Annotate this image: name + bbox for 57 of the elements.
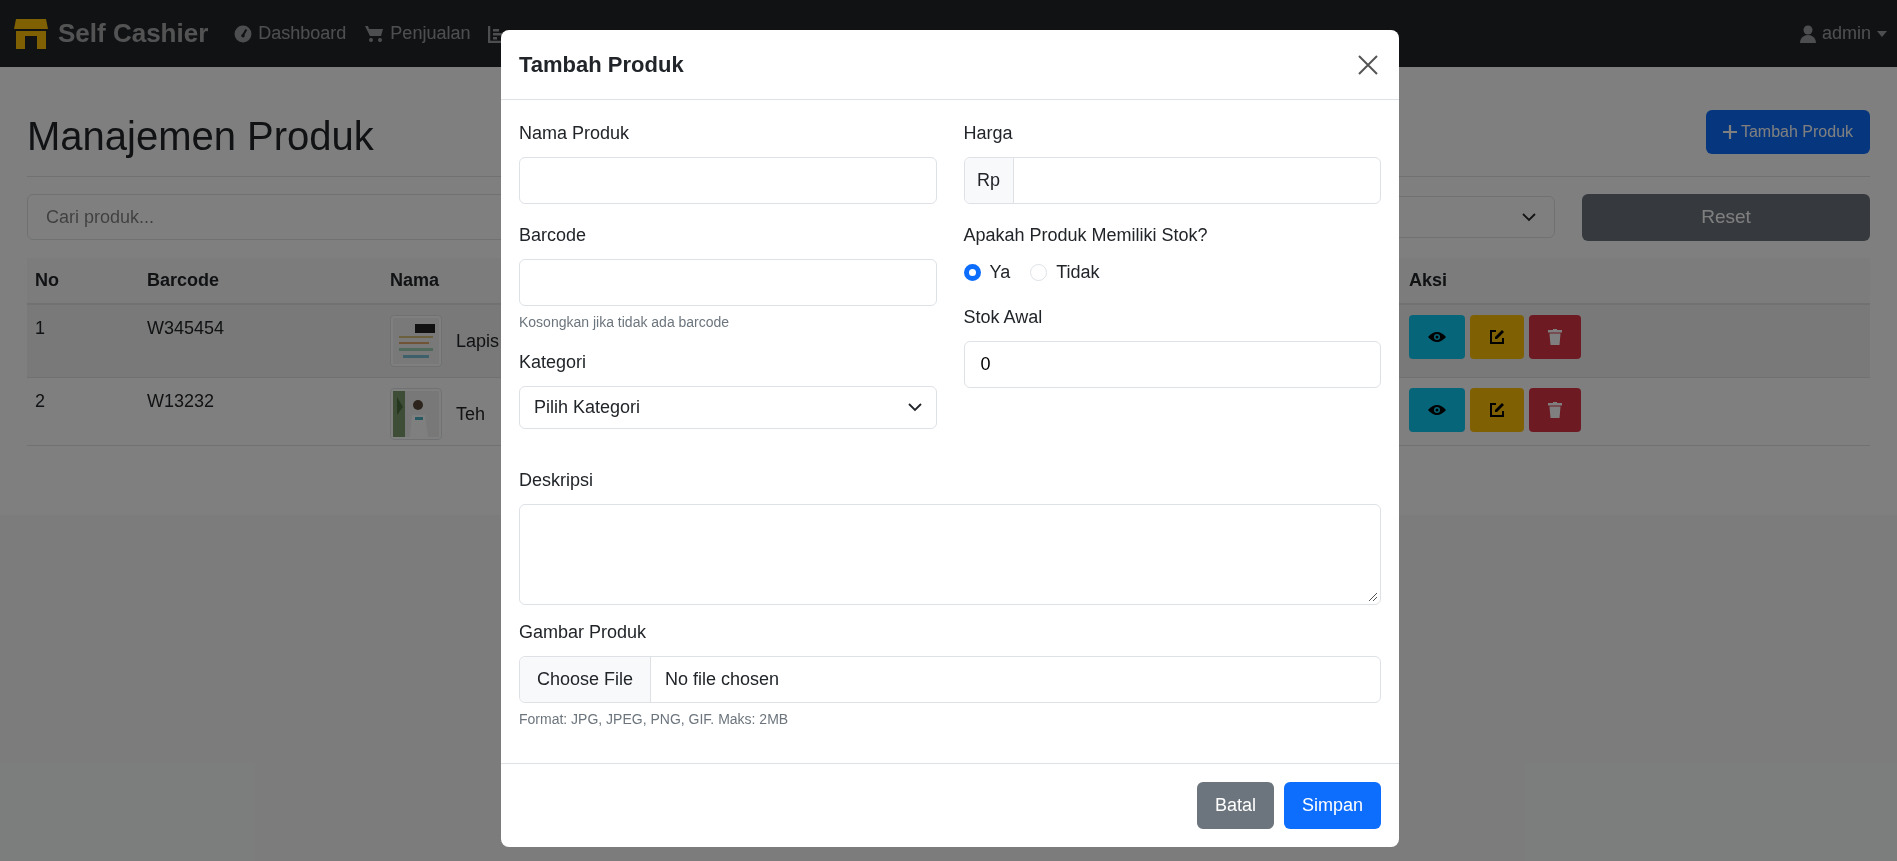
resize-handle-icon: [1369, 593, 1377, 601]
eye-icon: [1428, 331, 1446, 343]
product-name-field[interactable]: [519, 157, 937, 204]
radio-label[interactable]: Ya: [989, 259, 1011, 286]
trash-icon: [1548, 329, 1562, 345]
table-cell-text: Lapis: [456, 329, 500, 353]
help-text: Kosongkan jika tidak ada barcode: [519, 313, 731, 332]
table-cell: 2: [35, 391, 45, 411]
file-status: No file chosen: [664, 668, 780, 691]
delete-button[interactable]: [1529, 315, 1581, 359]
edit-icon: [1489, 402, 1505, 418]
table-cell: 1: [35, 318, 45, 338]
column-header: No: [35, 270, 59, 290]
trash-icon: [1548, 402, 1562, 418]
plus-icon: [1722, 125, 1737, 139]
column-header: Barcode: [147, 270, 220, 290]
shop-icon: [14, 18, 48, 49]
initial-stock-field[interactable]: 0: [963, 341, 1381, 388]
field-label: Nama Produk: [519, 122, 631, 145]
currency-prefix: Rp: [964, 158, 1014, 203]
add-product-button[interactable]: Tambah Produk: [1706, 110, 1870, 154]
save-button[interactable]: Simpan: [1283, 782, 1381, 829]
chevron-down-icon: [1522, 212, 1536, 222]
table-cell: W13232: [147, 391, 215, 411]
delete-button[interactable]: [1529, 388, 1581, 432]
barcode-field[interactable]: [519, 259, 937, 306]
field-label: Kategori: [519, 351, 588, 374]
price-field[interactable]: Rp: [963, 157, 1381, 204]
radio-label[interactable]: Tidak: [1056, 259, 1100, 286]
radio-button[interactable]: [963, 264, 981, 281]
edit-button[interactable]: [1470, 388, 1524, 432]
view-button[interactable]: [1409, 315, 1465, 359]
field-label: Deskripsi: [519, 469, 594, 492]
modal-title: Tambah Produk: [519, 51, 684, 79]
table-cell: W345454: [147, 318, 225, 338]
field-label: Stok Awal: [963, 306, 1044, 329]
choose-file-button[interactable]: Choose File: [520, 657, 652, 702]
brand-name[interactable]: Self Cashier: [58, 14, 209, 53]
page-title: Manajemen Produk: [27, 113, 374, 160]
file-input[interactable]: Choose File No file chosen: [519, 656, 1381, 703]
column-header: Nama: [390, 270, 440, 290]
description-field[interactable]: [519, 504, 1381, 605]
edit-icon: [1489, 329, 1505, 345]
column-header: Aksi: [1409, 270, 1448, 290]
help-text: Format: JPG, JPEG, PNG, GIF. Maks: 2MB: [519, 710, 790, 729]
field-label: Gambar Produk: [519, 621, 648, 644]
close-icon: [1358, 54, 1378, 75]
chevron-down-icon: [907, 403, 922, 412]
edit-button[interactable]: [1470, 315, 1524, 359]
cancel-button[interactable]: Batal: [1196, 782, 1274, 829]
field-label: Apakah Produk Memiliki Stok?: [963, 224, 1209, 247]
reset-button[interactable]: Reset: [1582, 194, 1870, 241]
eye-icon: [1428, 404, 1446, 416]
field-label: Harga: [963, 122, 1014, 145]
table-cell-text: Teh: [456, 402, 486, 426]
category-select[interactable]: Pilih Kategori: [519, 386, 937, 429]
view-button[interactable]: [1409, 388, 1465, 432]
